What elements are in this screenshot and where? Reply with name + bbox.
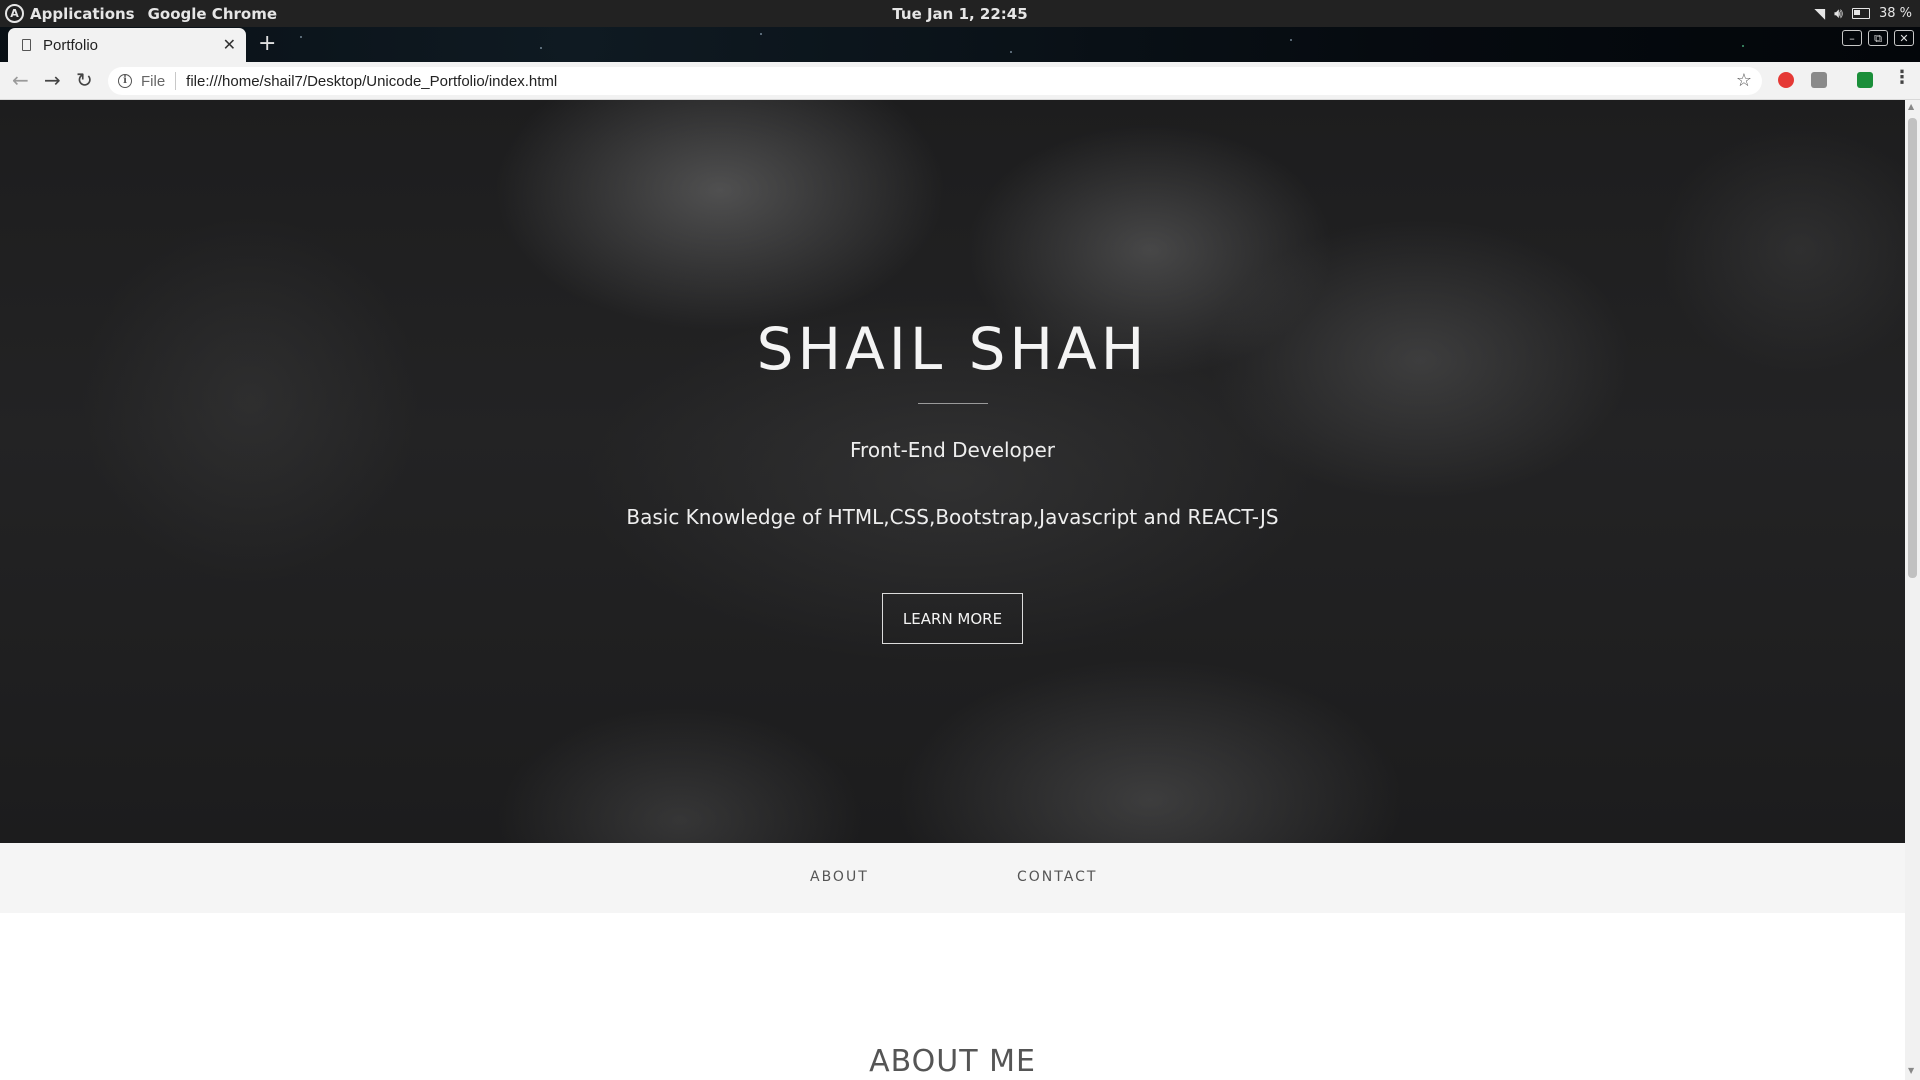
window-close-icon[interactable]: ✕ bbox=[1894, 30, 1914, 46]
background-star bbox=[1290, 39, 1292, 41]
bookmark-star-icon[interactable]: ☆ bbox=[1736, 70, 1752, 91]
restore-icon[interactable]: ⧉ bbox=[1868, 30, 1888, 46]
extension-red-icon[interactable] bbox=[1778, 72, 1794, 88]
os-panel-left: A Applications Google Chrome bbox=[0, 4, 290, 23]
scrollbar-thumb[interactable] bbox=[1908, 118, 1917, 578]
nav-link-about[interactable]: ABOUT bbox=[810, 869, 869, 885]
scroll-up-icon[interactable]: ▲ bbox=[1908, 102, 1914, 111]
about-heading: ABOUT ME bbox=[869, 1044, 1036, 1079]
scroll-down-icon[interactable]: ▼ bbox=[1908, 1066, 1914, 1075]
hero-skills: Basic Knowledge of HTML,CSS,Bootstrap,Ja… bbox=[626, 505, 1279, 529]
address-bar[interactable]: i File file:///home/shail7/Desktop/Unico… bbox=[108, 67, 1762, 95]
background-star bbox=[1742, 45, 1744, 47]
page-viewport: SHAIL SHAH Front-End Developer Basic Kno… bbox=[0, 100, 1905, 1080]
background-star bbox=[760, 33, 762, 35]
url-text[interactable]: file:///home/shail7/Desktop/Unicode_Port… bbox=[186, 73, 557, 90]
active-app-menu[interactable]: Google Chrome bbox=[148, 5, 277, 23]
battery-percent: 38 % bbox=[1878, 6, 1912, 21]
minimize-icon[interactable]: – bbox=[1842, 30, 1862, 46]
info-icon[interactable]: i bbox=[118, 74, 132, 88]
section-navbar: ABOUT CONTACT bbox=[0, 843, 1905, 913]
browser-toolbar: ← → ↻ i File file:///home/shail7/Desktop… bbox=[0, 62, 1920, 100]
menu-icon[interactable]: ⋮ bbox=[1893, 67, 1911, 88]
background-star bbox=[1010, 51, 1012, 53]
window-controls: – ⧉ ✕ bbox=[1842, 30, 1914, 46]
volume-icon[interactable]: 🔊︎ bbox=[1834, 7, 1843, 21]
scheme-label: File bbox=[141, 72, 166, 90]
vertical-scrollbar[interactable]: ▲ ▼ bbox=[1905, 100, 1920, 1080]
nav-link-contact[interactable]: CONTACT bbox=[1017, 869, 1097, 885]
tab-portfolio[interactable]: Portfolio ✕ bbox=[8, 28, 246, 62]
extension-gray-icon[interactable] bbox=[1811, 72, 1827, 88]
reload-icon[interactable]: ↻ bbox=[76, 68, 93, 92]
system-tray: ◥ 🔊︎ 38 % bbox=[1814, 0, 1912, 27]
background-star bbox=[300, 36, 302, 38]
hero-name: SHAIL SHAH bbox=[756, 315, 1149, 383]
hero-divider bbox=[918, 403, 988, 404]
applications-menu[interactable]: Applications bbox=[30, 5, 135, 23]
back-icon[interactable]: ← bbox=[12, 68, 29, 92]
os-top-panel: A Applications Google Chrome Tue Jan 1, … bbox=[0, 0, 1920, 27]
close-icon[interactable]: ✕ bbox=[223, 35, 236, 54]
new-tab-icon[interactable]: + bbox=[258, 31, 276, 56]
forward-icon[interactable]: → bbox=[44, 68, 61, 92]
learn-more-button[interactable]: LEARN MORE bbox=[882, 593, 1023, 644]
page-icon bbox=[22, 39, 31, 51]
clock[interactable]: Tue Jan 1, 22:45 bbox=[892, 5, 1027, 23]
omnibox-divider bbox=[175, 72, 177, 90]
hero-role: Front-End Developer bbox=[849, 438, 1056, 462]
background-star bbox=[540, 47, 542, 49]
tab-strip: Portfolio ✕ + – ⧉ ✕ bbox=[0, 27, 1920, 62]
hero-section: SHAIL SHAH Front-End Developer Basic Kno… bbox=[0, 100, 1905, 843]
wifi-icon[interactable]: ◥ bbox=[1814, 7, 1825, 21]
app-logo-icon[interactable]: A bbox=[5, 4, 24, 23]
extension-green-icon[interactable] bbox=[1857, 72, 1873, 88]
battery-icon[interactable] bbox=[1851, 8, 1870, 19]
tab-title: Portfolio bbox=[43, 36, 99, 54]
